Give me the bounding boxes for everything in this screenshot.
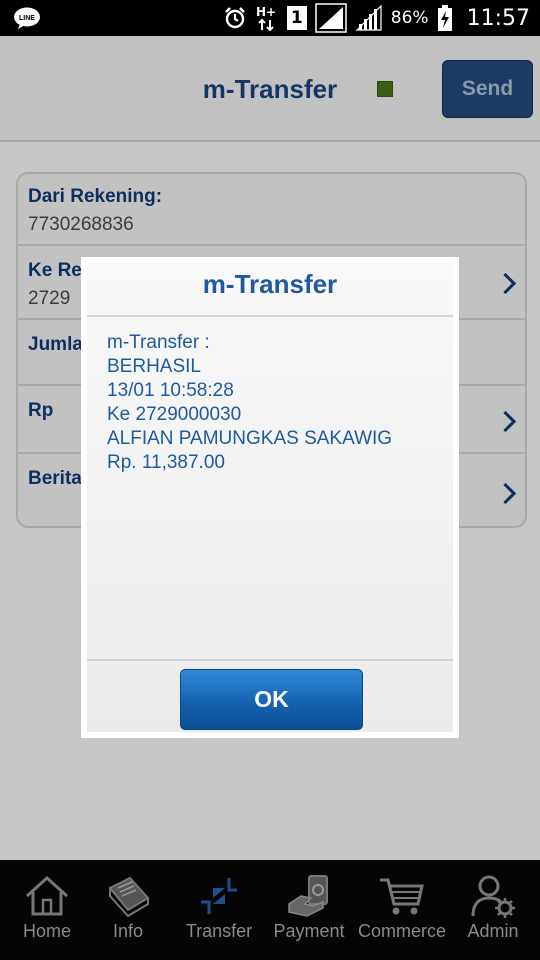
dialog-footer-divider (87, 659, 453, 661)
chevron-right-icon (494, 482, 517, 505)
message-line: m-Transfer : (107, 332, 210, 353)
signal-strength-sim1-icon (315, 3, 347, 33)
alarm-icon (224, 7, 245, 29)
nav-item-admin[interactable]: Admin (448, 860, 538, 960)
from-account-label: Dari Rekening: (28, 186, 163, 207)
bottom-navigation: Home Info Transfer Payment Commerce Admi… (0, 860, 540, 960)
connection-status-indicator (377, 81, 393, 97)
message-line: Ke 2729000030 (107, 404, 242, 425)
to-account-value: 2729 (28, 288, 71, 309)
message-line: 13/01 10:58:28 (107, 380, 234, 401)
send-button[interactable]: Send (442, 60, 533, 118)
chevron-right-icon (494, 272, 517, 295)
payment-icon (288, 875, 328, 917)
dialog-body: m-Transfer m-Transfer : BERHASIL 13/01 1… (87, 263, 453, 732)
ok-button[interactable]: OK (180, 669, 363, 730)
home-icon (25, 875, 69, 916)
line-app-label: LINE (19, 15, 35, 22)
currency-label: Rp (28, 400, 54, 421)
battery-percent: 86% (390, 8, 429, 28)
shopping-cart-icon (380, 878, 424, 915)
amount-label: Jumla (28, 334, 83, 355)
dialog-title: m-Transfer (202, 269, 338, 299)
sim-slot-badge: 1 (286, 6, 307, 30)
signal-strength-sim2-icon (355, 4, 382, 31)
nav-item-commerce[interactable]: Commerce (357, 860, 447, 960)
message-line: BERHASIL (107, 356, 201, 377)
network-type-label: H+ (256, 5, 276, 19)
title-bar: m-Transfer Send (0, 36, 540, 142)
result-dialog: m-Transfer m-Transfer : BERHASIL 13/01 1… (81, 257, 459, 738)
from-account-row: Dari Rekening: 7730268836 (18, 174, 525, 246)
from-account-value: 7730268836 (28, 214, 134, 235)
network-type-icon: H+ (256, 5, 276, 32)
message-line: Rp. 11,387.00 (107, 452, 225, 473)
nav-item-transfer[interactable]: Transfer (174, 860, 264, 960)
nav-item-info[interactable]: Info (83, 860, 173, 960)
info-book-icon (108, 876, 150, 918)
status-bar: LINE H+ 1 86% 11:57 (0, 0, 540, 36)
status-clock: 11:57 (466, 5, 530, 31)
admin-user-gear-icon (471, 875, 515, 918)
chevron-right-icon (494, 410, 517, 433)
dialog-message: m-Transfer : BERHASIL 13/01 10:58:28 Ke … (107, 331, 392, 475)
line-app-icon: LINE (14, 7, 40, 29)
nav-item-home[interactable]: Home (2, 860, 92, 960)
battery-charging-icon (437, 5, 452, 31)
to-account-label: Ke Re (28, 260, 82, 281)
sim-slot-label: 1 (290, 8, 303, 28)
transfer-arrows-icon (201, 876, 237, 916)
message-line: ALFIAN PAMUNGKAS SAKAWIG (107, 428, 393, 449)
message-label: Berita (28, 468, 82, 489)
nav-item-payment[interactable]: Payment (264, 860, 354, 960)
nav-item-label: Admin (467, 921, 519, 941)
dialog-title-divider (87, 315, 453, 317)
